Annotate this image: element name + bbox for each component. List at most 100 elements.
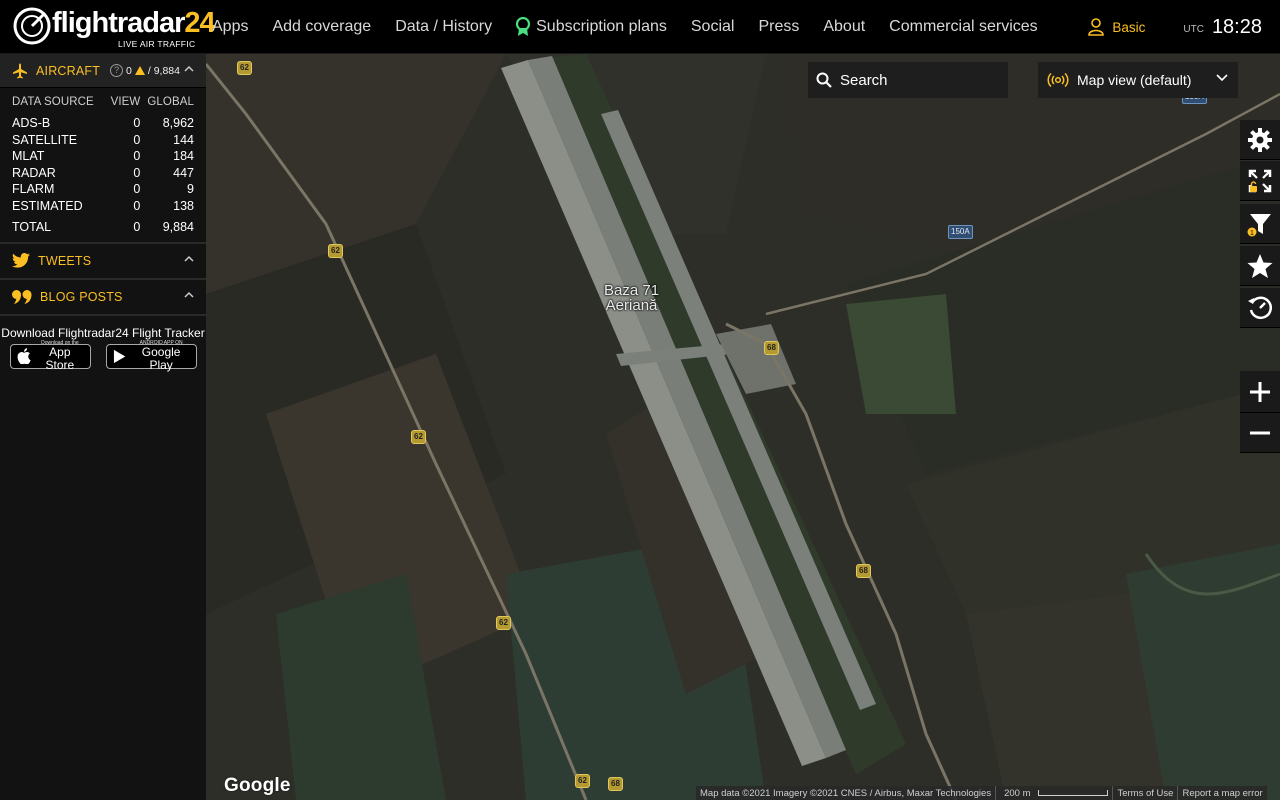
place-label: Baza 71 Aeriană [604, 282, 660, 314]
nav-commercial-services[interactable]: Commercial services [889, 18, 1037, 36]
nav-about[interactable]: About [823, 18, 865, 36]
download-title: Download Flightradar24 Flight Tracker [1, 325, 205, 340]
table-row: ESTIMATED 0 138 [12, 198, 194, 215]
map-attribution: Map data ©2021 Imagery ©2021 CNES / Airb… [696, 786, 1267, 800]
zoom-in-button[interactable] [1240, 371, 1280, 413]
stats-header-row: DATA SOURCE VIEW GLOBAL [12, 96, 194, 115]
map-view-label: Map view (default) [1077, 72, 1192, 88]
google-play-icon [113, 349, 126, 363]
chevron-up-icon[interactable] [184, 65, 194, 72]
google-logo[interactable]: Google [224, 775, 291, 797]
twitter-icon [12, 253, 30, 268]
favorites-button[interactable] [1240, 246, 1280, 286]
minus-icon [1250, 431, 1270, 434]
tweets-panel-header[interactable]: TWEETS [0, 244, 206, 280]
nav-add-coverage[interactable]: Add coverage [272, 18, 371, 36]
main-nav: Apps Add coverage Data / History Subscri… [212, 0, 1062, 54]
award-icon [516, 17, 531, 36]
search-box[interactable]: Search [808, 62, 1008, 98]
global-value: 8,962 [162, 116, 194, 131]
warning-icon [134, 66, 145, 75]
nav-apps[interactable]: Apps [212, 18, 248, 36]
view-value: 0 [133, 198, 141, 213]
chevron-up-icon[interactable] [184, 291, 194, 298]
scale-bar [1038, 789, 1109, 796]
timezone-label: UTC [1183, 23, 1204, 35]
svg-text:1: 1 [1250, 230, 1254, 237]
nav-data-history[interactable]: Data / History [395, 18, 492, 36]
source-name: ADS-B [12, 116, 51, 131]
filter-icon: 1 [1247, 213, 1271, 237]
plan-label: Basic [1112, 19, 1146, 35]
star-icon [1247, 253, 1273, 278]
sidebar: AIRCRAFT ? 0 / 9,884 DATA SOURCE VIEW GL… [0, 54, 206, 800]
source-name: FLARM [12, 182, 55, 197]
total-label: TOTAL [12, 220, 52, 235]
satellite-imagery [206, 54, 1280, 800]
road-number: 62 [328, 244, 343, 258]
chevron-down-icon [1216, 74, 1228, 82]
table-row: ADS-B 0 8,962 [12, 115, 194, 132]
download-app-section: Download Flightradar24 Flight Tracker Do… [0, 316, 206, 372]
view-count: 0 [126, 64, 132, 77]
tweets-title: TWEETS [38, 253, 92, 268]
aircraft-count: 0 / 9,884 [126, 65, 180, 77]
scale-indicator[interactable]: 200 m [996, 788, 1112, 799]
view-value: 0 [133, 132, 141, 147]
road-number: 68 [856, 564, 871, 578]
satellite-map[interactable]: Baza 71 Aeriană 62 62 62 62 62 68 68 68 1… [206, 54, 1280, 800]
terms-link[interactable]: Terms of Use [1113, 788, 1177, 799]
google-play-button[interactable]: ANDROID APP ON Google Play [106, 340, 197, 372]
source-name: RADAR [12, 165, 56, 180]
plus-icon [1250, 381, 1270, 402]
global-count: / 9,884 [147, 64, 180, 77]
quote-icon [12, 289, 32, 304]
account-button[interactable]: Basic [1088, 18, 1145, 36]
table-row: RADAR 0 447 [12, 165, 194, 182]
blog-panel-header[interactable]: BLOG POSTS [0, 280, 206, 316]
radar-logo-icon [13, 7, 51, 45]
zoom-out-button[interactable] [1240, 413, 1280, 453]
source-name: ESTIMATED [12, 198, 83, 213]
global-value: 144 [173, 132, 194, 147]
table-row: FLARM 0 9 [12, 181, 194, 198]
nav-social[interactable]: Social [691, 18, 735, 36]
flightradar24-logo[interactable]: flightradar24 LIVE AIR TRAFFIC [12, 6, 216, 50]
view-value: 0 [133, 116, 141, 131]
global-value: 9 [187, 182, 194, 197]
road-number: 62 [411, 430, 426, 444]
airplane-icon [13, 63, 27, 78]
playback-button[interactable] [1240, 288, 1280, 328]
filter-button[interactable]: 1 [1240, 204, 1280, 244]
fullscreen-button[interactable] [1240, 161, 1280, 201]
blog-title: BLOG POSTS [40, 289, 123, 304]
road-number: 62 [575, 774, 590, 788]
settings-button[interactable] [1240, 120, 1280, 160]
logo-tagline: LIVE AIR TRAFFIC [118, 39, 196, 49]
help-icon[interactable]: ? [110, 64, 124, 77]
report-error-link[interactable]: Report a map error [1178, 788, 1266, 799]
total-global: 9,884 [162, 220, 194, 235]
global-value: 184 [173, 149, 194, 164]
expand-icon [1248, 169, 1272, 192]
table-row: MLAT 0 184 [12, 148, 194, 165]
gear-icon [1248, 127, 1272, 152]
app-store-button[interactable]: Download on the App Store [10, 340, 91, 372]
header-global: GLOBAL [147, 96, 194, 108]
scale-label: 200 m [1004, 787, 1031, 799]
map-view-select[interactable]: Map view (default) [1038, 62, 1238, 98]
nav-subscription-plans[interactable]: Subscription plans [516, 17, 667, 37]
aircraft-panel-header[interactable]: AIRCRAFT ? 0 / 9,884 [0, 54, 206, 88]
view-value: 0 [133, 149, 141, 164]
chevron-up-icon[interactable] [184, 255, 194, 262]
clock: 18:28 [1211, 15, 1262, 38]
logo-wordmark: flightradar24 [52, 7, 216, 39]
road-number: 68 [764, 341, 779, 355]
top-bar: flightradar24 LIVE AIR TRAFFIC Apps Add … [0, 0, 1280, 54]
nav-press[interactable]: Press [758, 18, 799, 36]
view-value: 0 [133, 182, 141, 197]
aircraft-title: AIRCRAFT [36, 63, 101, 78]
map-data-credit[interactable]: Map data ©2021 Imagery ©2021 CNES / Airb… [696, 788, 995, 799]
global-value: 447 [173, 165, 194, 180]
user-icon [1088, 18, 1105, 36]
